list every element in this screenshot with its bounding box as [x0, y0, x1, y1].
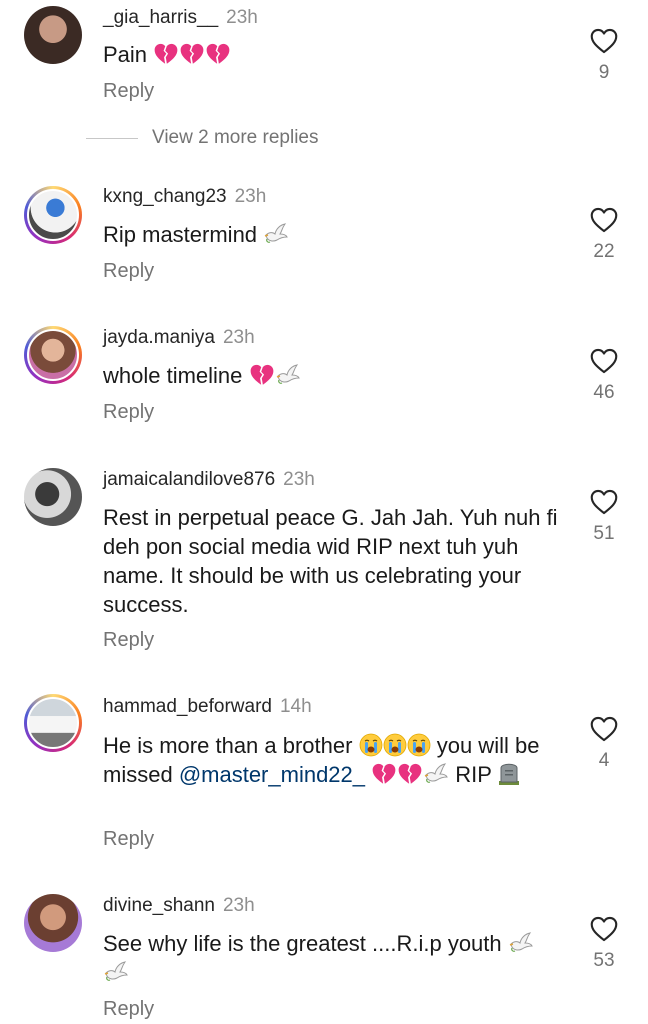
comment-text-container: Pain	[103, 40, 573, 69]
heart-outline-icon[interactable]	[590, 916, 618, 942]
timestamp: 23h	[222, 895, 255, 916]
timestamp: 23h	[283, 469, 315, 490]
timestamp: 23h	[226, 7, 258, 28]
like-count: 46	[593, 382, 615, 403]
like-count: 9	[598, 62, 610, 83]
replies-divider	[86, 138, 138, 139]
broken-heart-emoji	[249, 363, 275, 387]
like-count: 22	[593, 241, 615, 262]
dove-emoji	[263, 223, 289, 245]
crying-face-emoji	[407, 733, 431, 757]
dove-emoji	[423, 763, 449, 785]
timestamp: 14h	[279, 696, 312, 717]
username[interactable]: _gia_harris__	[103, 7, 218, 28]
avatar[interactable]	[24, 894, 82, 952]
avatar[interactable]	[24, 6, 82, 64]
avatar[interactable]	[24, 326, 82, 384]
avatar[interactable]	[24, 468, 82, 526]
broken-heart-emoji	[371, 762, 397, 786]
headstone-emoji	[498, 760, 520, 786]
reply-button[interactable]: Reply	[103, 80, 154, 103]
comment-text: whole timeline	[103, 363, 243, 388]
like-count: 53	[593, 950, 615, 971]
view-more-replies-button[interactable]: View 2 more replies	[152, 127, 319, 149]
reply-button[interactable]: Reply	[103, 260, 154, 283]
username[interactable]: jayda.maniya	[103, 327, 215, 348]
crying-face-emoji	[383, 733, 407, 757]
comment-text-end: RIP	[455, 762, 492, 787]
timestamp: 23h	[222, 327, 255, 348]
reply-button[interactable]: Reply	[103, 998, 154, 1021]
like-control: 22	[584, 207, 624, 263]
comment-text-container: whole timeline	[103, 361, 573, 390]
like-control: 53	[584, 916, 624, 972]
reply-button[interactable]: Reply	[103, 401, 154, 424]
heart-outline-icon[interactable]	[590, 28, 618, 54]
broken-heart-emoji	[205, 42, 231, 66]
like-control: 51	[584, 489, 624, 545]
comment-text: Rest in perpetual peace G. Jah Jah. Yuh …	[103, 505, 558, 617]
username[interactable]: hammad_beforward	[103, 696, 272, 717]
crying-face-emoji	[359, 733, 383, 757]
heart-outline-icon[interactable]	[590, 207, 618, 233]
comment-text-before: He is more than a brother	[103, 733, 353, 758]
broken-heart-emoji	[179, 42, 205, 66]
dove-emoji	[275, 364, 301, 386]
comment-text: Rip mastermind	[103, 222, 258, 247]
username[interactable]: divine_shann	[103, 895, 215, 916]
avatar[interactable]	[24, 186, 82, 244]
dove-emoji	[508, 932, 534, 954]
reply-button[interactable]: Reply	[103, 828, 154, 851]
like-control: 9	[584, 28, 624, 84]
broken-heart-emoji	[153, 42, 179, 66]
heart-outline-icon[interactable]	[590, 716, 618, 742]
dove-emoji	[103, 961, 129, 983]
comment-text: See why life is the greatest ....R.i.p y…	[103, 931, 502, 956]
comment-text-container: Rip mastermind	[103, 220, 573, 249]
reply-button[interactable]: Reply	[103, 629, 154, 652]
like-count: 51	[593, 523, 615, 544]
avatar[interactable]	[24, 694, 82, 752]
comment-text: Pain	[103, 42, 148, 67]
like-control: 4	[584, 716, 624, 772]
timestamp: 23h	[234, 186, 267, 207]
like-control: 46	[584, 348, 624, 404]
heart-outline-icon[interactable]	[590, 348, 618, 374]
broken-heart-emoji	[397, 762, 423, 786]
like-count: 4	[598, 750, 610, 771]
comment-text-container: See why life is the greatest ....R.i.p y…	[103, 929, 563, 987]
username[interactable]: jamaicalandilove876	[103, 469, 275, 490]
heart-outline-icon[interactable]	[590, 489, 618, 515]
username[interactable]: kxng_chang23	[103, 186, 227, 207]
comment-text-container: He is more than a brother you will be mi…	[103, 731, 573, 789]
mention-link[interactable]: @master_mind22_	[179, 762, 365, 787]
